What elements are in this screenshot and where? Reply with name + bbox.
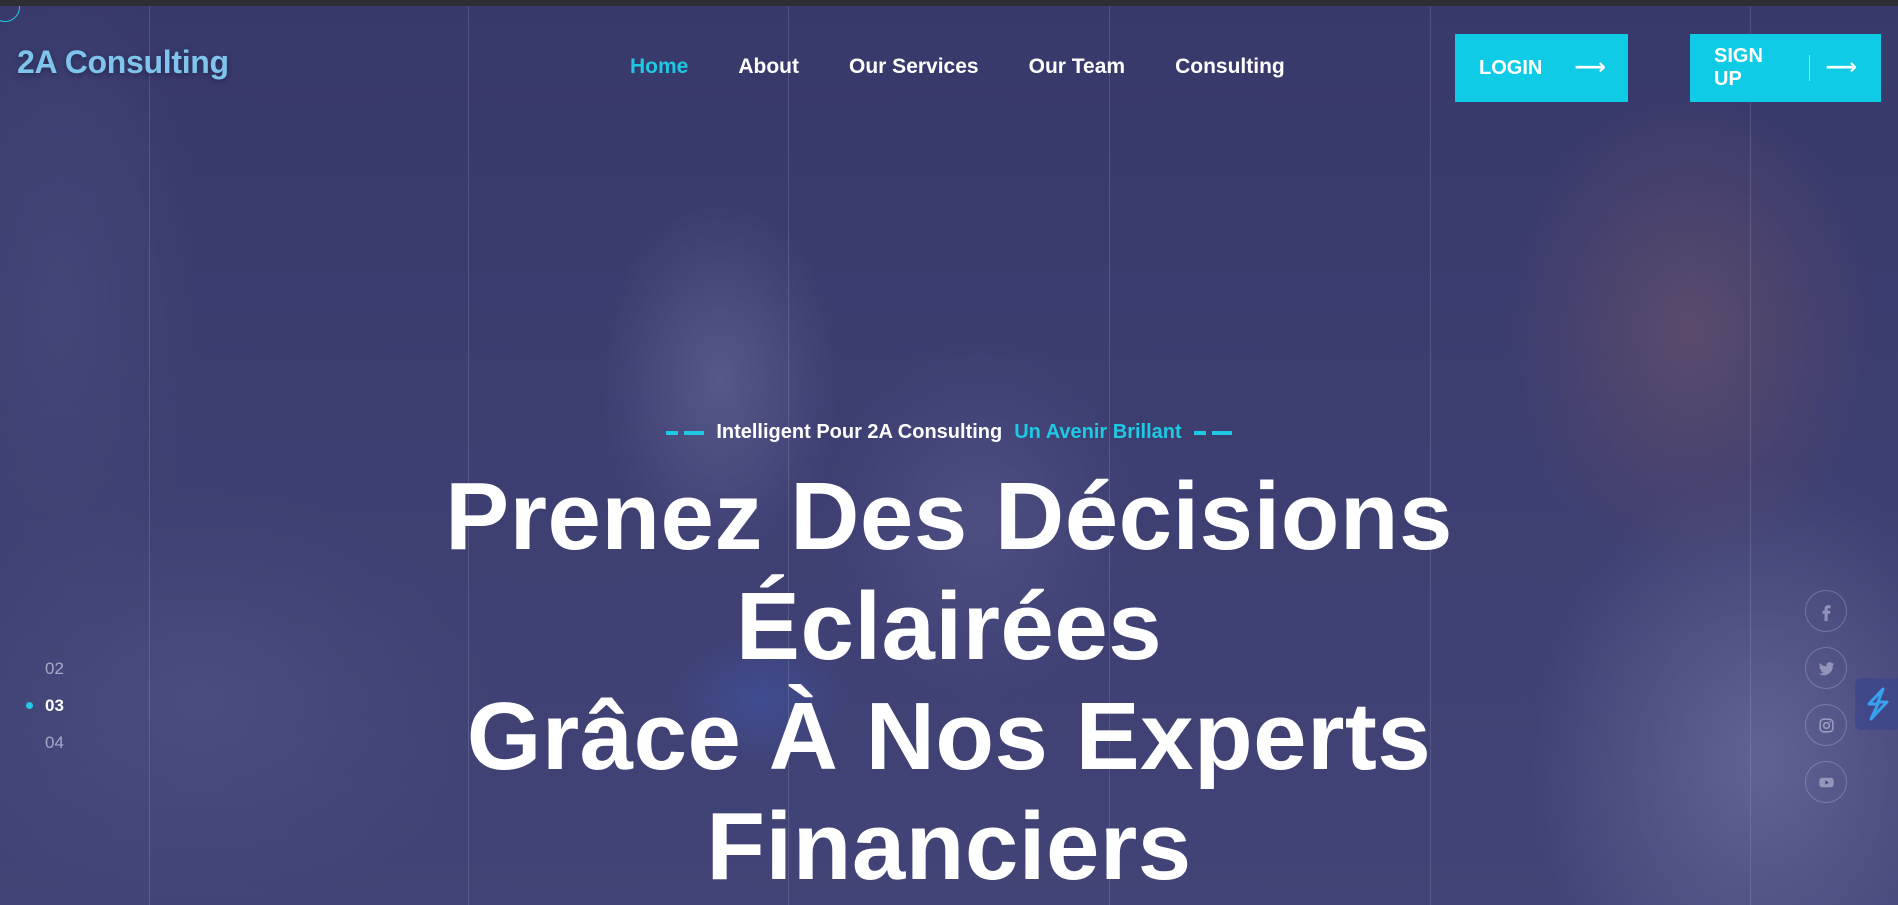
slide-04[interactable]: 04 (26, 724, 64, 761)
hero-tagline: Intelligent Pour 2A Consulting Un Avenir… (0, 421, 1898, 444)
slide-number: 03 (45, 695, 64, 715)
social-links (1805, 590, 1847, 818)
dash-decoration (1193, 430, 1232, 435)
nav-item-our-services[interactable]: Our Services (849, 55, 979, 79)
side-toggle-tab[interactable] (1855, 678, 1898, 730)
lightning-icon (1867, 687, 1888, 721)
button-divider (1808, 55, 1810, 81)
browser-top-strip (0, 0, 1898, 6)
dash-decoration (666, 430, 705, 435)
headline-line: Prenez Des Décisions (445, 463, 1453, 570)
slide-dot (26, 739, 33, 746)
site-logo[interactable]: 2A Consulting (17, 44, 229, 81)
nav-item-consulting[interactable]: Consulting (1175, 55, 1285, 79)
nav-item-home[interactable]: Home (630, 55, 688, 79)
headline-line: Grâce À Nos Experts (466, 683, 1432, 790)
tagline-accent: Un Avenir Brillant (1014, 421, 1182, 443)
active-slide-dot (26, 702, 33, 709)
login-button-label: LOGIN (1479, 56, 1543, 79)
youtube-link[interactable] (1805, 761, 1847, 803)
facebook-link[interactable] (1805, 590, 1847, 632)
slide-number: 02 (45, 658, 64, 678)
twitter-icon (1818, 661, 1834, 675)
slide-dot (26, 665, 33, 672)
twitter-link[interactable] (1805, 647, 1847, 689)
slide-number: 04 (45, 732, 64, 752)
facebook-icon (1822, 604, 1830, 621)
arrow-right-icon: ⟶ (1574, 55, 1606, 80)
signup-button[interactable]: SIGN UP ⟶ (1690, 34, 1881, 102)
nav-item-about[interactable]: About (738, 55, 799, 79)
slide-02[interactable]: 02 (26, 650, 64, 687)
hero-headline: Prenez Des Décisions Éclairées Grâce À N… (0, 462, 1898, 902)
login-button[interactable]: LOGIN ⟶ (1455, 34, 1628, 102)
headline-line: Financiers (706, 793, 1192, 900)
instagram-icon (1818, 717, 1834, 733)
main-nav: Home About Our Services Our Team Consult… (630, 55, 1285, 79)
slide-03[interactable]: 03 (26, 687, 64, 724)
nav-item-our-team[interactable]: Our Team (1029, 55, 1125, 79)
tagline-main: Intelligent Pour 2A Consulting (716, 421, 1003, 443)
signup-button-label: SIGN UP (1714, 45, 1763, 90)
arrow-right-icon: ⟶ (1825, 55, 1857, 80)
instagram-link[interactable] (1805, 704, 1847, 746)
youtube-icon (1818, 777, 1834, 787)
slide-indicator: 02 03 04 (26, 650, 64, 761)
headline-line: Éclairées (735, 573, 1163, 680)
